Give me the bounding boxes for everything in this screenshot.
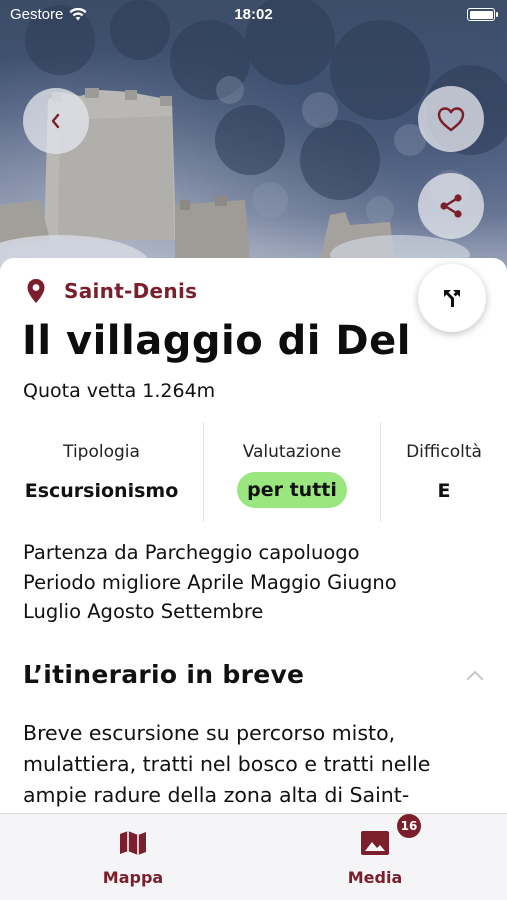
image-icon <box>361 831 389 855</box>
favorite-button[interactable] <box>418 86 484 152</box>
heart-icon <box>437 107 465 132</box>
chevron-left-icon <box>51 113 60 129</box>
status-bar: Gestore 18:02 <box>0 0 507 30</box>
info-rating-heading: Valutazione <box>242 442 342 462</box>
itinerary-description: Breve escursione su percorso misto, mula… <box>23 721 431 807</box>
rating-badge: per tutti <box>237 472 347 508</box>
share-button[interactable] <box>418 173 484 239</box>
tab-media-label: Media <box>347 868 403 887</box>
info-rating: Valutazione per tutti <box>203 422 380 522</box>
back-button[interactable] <box>23 88 89 154</box>
media-count-badge: 16 <box>397 814 421 838</box>
best-period-cont: Luglio Agosto Settembre <box>23 600 264 623</box>
info-type-value: Escursionismo <box>24 480 179 502</box>
battery-icon <box>467 8 498 21</box>
page-title: Il villaggio di Del <box>22 318 411 364</box>
directions-button[interactable] <box>418 264 486 332</box>
location-name: Saint-Denis <box>64 279 198 303</box>
trip-details: Partenza da Parcheggio capoluogo Periodo… <box>23 538 493 627</box>
info-grid: Tipologia Escursionismo Valutazione per … <box>0 422 507 522</box>
map-icon <box>120 831 146 855</box>
info-type-heading: Tipologia <box>63 442 140 462</box>
info-difficulty-value: E <box>437 480 451 502</box>
best-period: Periodo migliore Aprile Maggio Giugno <box>23 570 397 594</box>
tab-media[interactable]: Media <box>315 828 435 887</box>
share-icon <box>440 194 462 218</box>
tab-bar: Mappa Media <box>0 813 507 900</box>
chevron-up-icon[interactable] <box>465 668 485 682</box>
tab-map-label: Mappa <box>102 868 164 887</box>
info-type: Tipologia Escursionismo <box>0 422 203 522</box>
summit-altitude: Quota vetta 1.264m <box>23 380 216 402</box>
clock: 18:02 <box>234 6 273 23</box>
tab-map[interactable]: Mappa <box>73 828 193 887</box>
start-point: Partenza da Parcheggio capoluogo <box>23 541 360 564</box>
location-row: Saint-Denis <box>26 278 197 304</box>
map-pin-icon <box>27 279 45 303</box>
info-difficulty: Difficoltà E <box>380 422 507 522</box>
directions-icon <box>444 290 460 307</box>
info-difficulty-heading: Difficoltà <box>406 442 482 462</box>
section-title: L’itinerario in breve <box>23 660 305 689</box>
